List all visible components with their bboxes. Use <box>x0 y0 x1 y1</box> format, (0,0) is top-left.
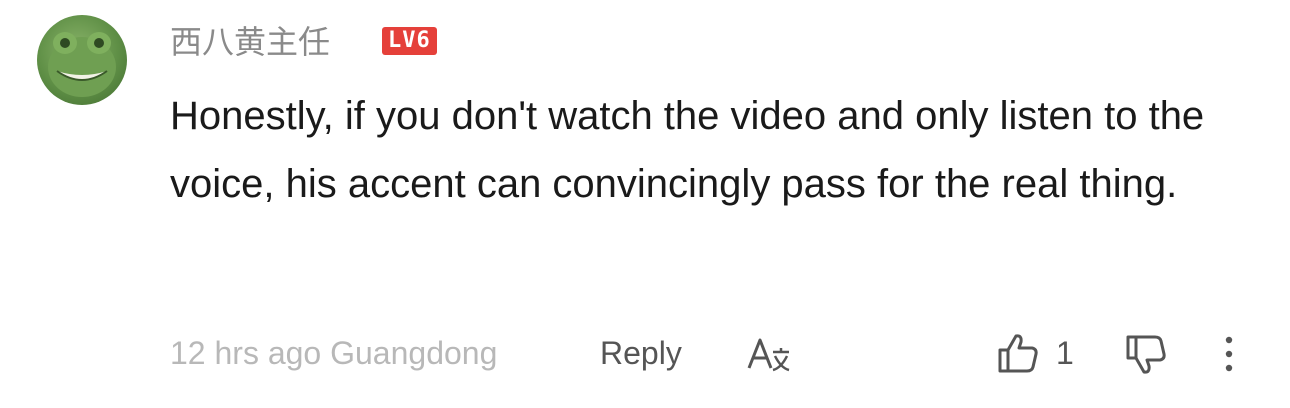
more-vertical-icon[interactable] <box>1214 334 1244 374</box>
comment-footer: 12 hrs ago Guangdong Reply 1 <box>170 330 1270 376</box>
like-count: 1 <box>1056 335 1074 371</box>
reply-button[interactable]: Reply <box>600 330 682 376</box>
level-badge: LV6 <box>382 27 437 55</box>
timestamp-location: 12 hrs ago Guangdong <box>170 335 498 371</box>
translate-icon[interactable] <box>746 336 792 372</box>
thumbs-down-icon[interactable] <box>1124 334 1168 376</box>
comment-item: 西八黄主任 LV6 Honestly, if you don't watch t… <box>0 0 1290 408</box>
avatar-image <box>48 32 116 97</box>
avatar[interactable] <box>37 15 127 105</box>
username[interactable]: 西八黄主任 <box>170 20 330 64</box>
comment-text: Honestly, if you don't watch the video a… <box>170 94 1205 206</box>
thumbs-up-icon[interactable] <box>996 332 1040 374</box>
